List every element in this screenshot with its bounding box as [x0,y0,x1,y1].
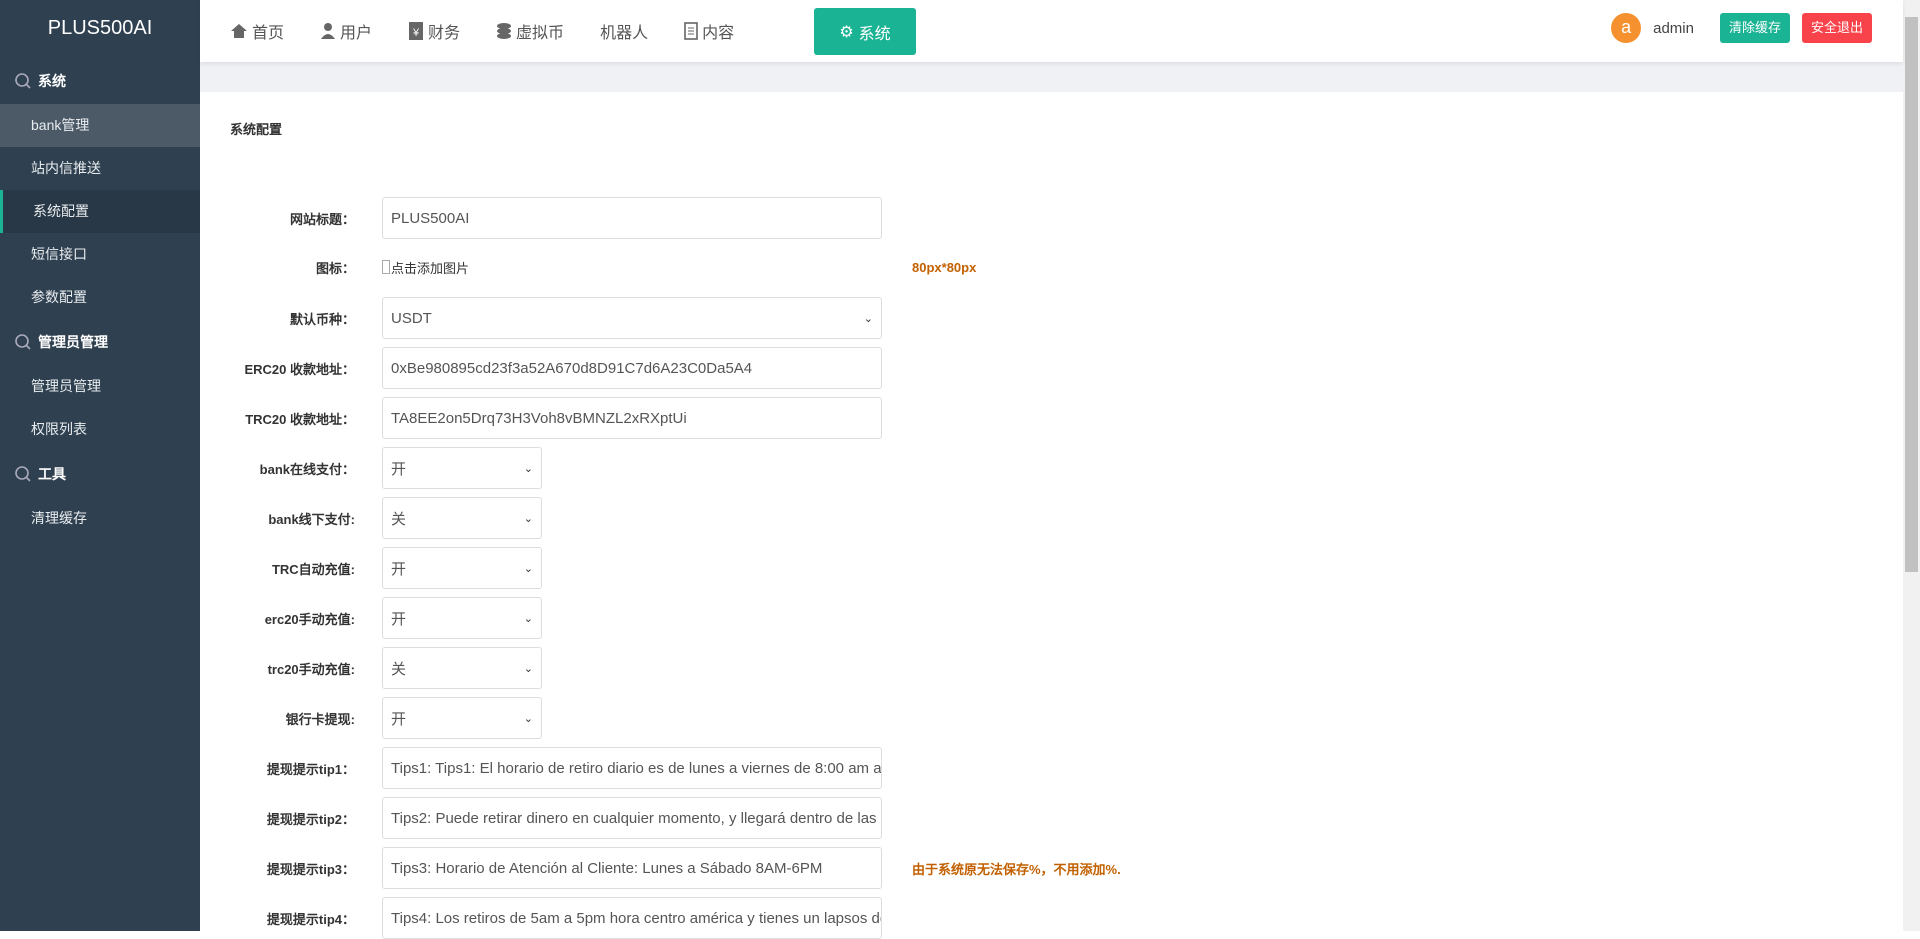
icon-size-note: 80px*80px [912,259,977,275]
sidebar-item-clear-cache[interactable]: 清理缓存 [0,497,200,540]
chevron-down-icon: ⌄ [523,712,533,725]
sidebar-group-tools[interactable]: 工具 [0,451,200,497]
nav-crypto[interactable]: 虚拟币 [496,19,564,43]
tip2-input[interactable]: Tips2: Puede retirar dinero en cualquier… [382,797,882,839]
sidebar-item-system-config[interactable]: 系统配置 [0,190,200,233]
clear-cache-button[interactable]: 清除缓存 [1719,13,1790,43]
icon-upload[interactable]: 点击添加图片 [382,258,469,277]
chevron-down-icon: ⌄ [863,312,873,325]
tip-label: 提现提示tip3： [266,861,355,877]
gear-icon: ⚙ [839,23,854,41]
icon-label: 图标： [315,260,355,276]
main-content: 系统配置 网站标题： PLUS500AI 图标： 点击添加图片 80px*80px 默… [200,92,1903,939]
trc20-manual-recharge-select[interactable]: 关 ⌄ [382,647,542,689]
site-title-label: 网站标题： [289,211,355,227]
select-label: 银行卡提现: [285,711,355,727]
bank-card-withdraw-select[interactable]: 开 ⌄ [382,697,542,739]
chevron-down-icon: ⌄ [523,662,533,675]
database-icon [497,23,512,39]
search-icon [15,334,31,350]
sidebar-group-system[interactable]: 系统 [0,58,200,104]
logo: PLUS500AI [47,17,153,39]
sidebar-group-admin[interactable]: 管理员管理 [0,319,200,365]
username[interactable]: admin [1653,20,1694,37]
chevron-down-icon: ⌄ [523,562,533,575]
percent-note: 由于系统原无法保存%，不用添加%. [912,861,1121,877]
erc20-label: ERC20 收款地址： [244,361,355,377]
select-label: bank线下支付: [268,511,355,527]
logout-button[interactable]: 安全退出 [1801,13,1872,43]
tip-label: 提现提示tip4： [266,911,355,927]
tip1-input[interactable]: Tips1: Tips1: El horario de retiro diari… [382,747,882,789]
trc20-label: TRC20 收款地址： [245,411,355,427]
sidebar-item-params[interactable]: 参数配置 [0,276,200,319]
sidebar-item-messages[interactable]: 站内信推送 [0,147,200,190]
tip-label: 提现提示tip2： [266,811,355,827]
site-title-input[interactable]: PLUS500AI [382,197,882,239]
select-label: erc20手动充值: [264,611,355,627]
erc20-manual-recharge-select[interactable]: 开 ⌄ [382,597,542,639]
nav-finance[interactable]: ¥ 财务 [408,19,460,43]
currency-label: 默认币种： [289,311,355,327]
sidebar: PLUS500AI 系统 bank管理 站内信推送 系统配置 短信接口 参数配置… [0,0,200,931]
bank-offline-pay-select[interactable]: 关 ⌄ [382,497,542,539]
sidebar-item-bank[interactable]: bank管理 [0,104,200,147]
page-title: 系统配置 [230,122,283,137]
nav-content[interactable]: 内容 [684,19,734,43]
scrollbar[interactable] [1903,0,1920,931]
nav-home[interactable]: 首页 [230,19,284,43]
broken-image-icon [382,260,390,274]
sidebar-item-admins[interactable]: 管理员管理 [0,365,200,408]
nav-system[interactable]: ⚙ 系统 [814,8,916,55]
bank-online-pay-select[interactable]: 开 ⌄ [382,447,542,489]
home-icon [231,24,247,38]
currency-select[interactable]: USDT ⌄ [382,297,882,339]
select-label: trc20手动充值: [267,661,355,677]
chevron-down-icon: ⌄ [523,612,533,625]
user-icon [321,23,336,39]
trc-auto-recharge-select[interactable]: 开 ⌄ [382,547,542,589]
svg-text:¥: ¥ [412,27,420,39]
avatar: a [1611,13,1642,43]
finance-icon: ¥ [409,22,424,40]
select-label: bank在线支付： [259,461,355,477]
nav-users[interactable]: 用户 [320,19,372,43]
sidebar-item-permissions[interactable]: 权限列表 [0,408,200,451]
trc20-address-input[interactable]: TA8EE2on5Drq73H3Voh8vBMNZL2xRXptUi [382,397,882,439]
chevron-down-icon: ⌄ [523,462,533,475]
erc20-address-input[interactable]: 0xBe980895cd23f3a52A670d8D91C7d6A23C0Da5… [382,347,882,389]
top-header: 首页 用户 ¥ 财务 虚拟币 机器人 内容 ⚙ 系统 a admin 清除缓存 安全… [200,0,1903,62]
scrollbar-thumb[interactable] [1905,17,1918,572]
search-icon [15,73,31,89]
tip-label: 提现提示tip1： [266,761,355,777]
tip4-input[interactable]: Tips4: Los retiros de 5am a 5pm hora cen… [382,897,882,939]
search-icon [15,466,31,482]
sidebar-item-sms[interactable]: 短信接口 [0,233,200,276]
document-icon [684,22,698,40]
chevron-down-icon: ⌄ [523,512,533,525]
header-band [200,62,1903,92]
nav-robot[interactable]: 机器人 [600,19,648,43]
select-label: TRC自动充值: [271,561,355,577]
tip3-input[interactable]: Tips3: Horario de Atención al Cliente: L… [382,847,882,889]
